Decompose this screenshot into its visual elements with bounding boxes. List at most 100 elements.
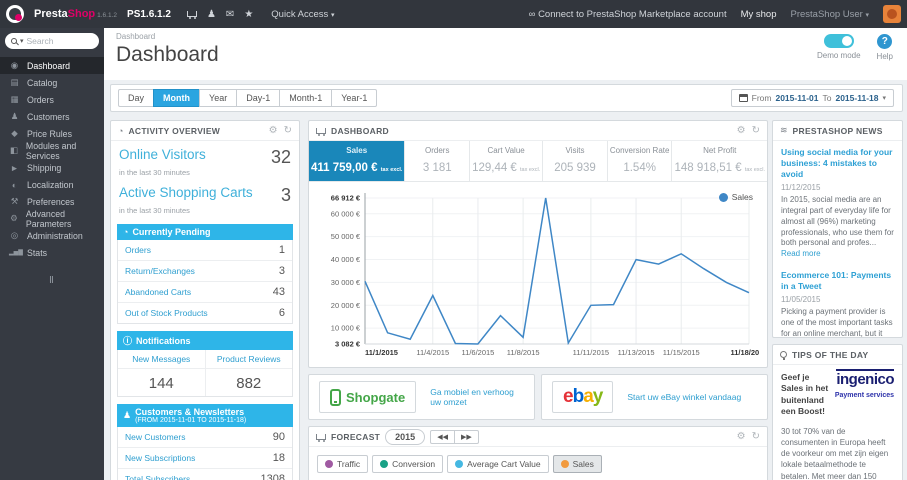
rss-icon: ≋ <box>780 125 788 135</box>
search-input[interactable] <box>26 36 85 46</box>
shipping-icon: ► <box>10 162 19 173</box>
product-reviews-cell[interactable]: Product Reviews 882 <box>204 350 292 396</box>
kpi-visits[interactable]: Visits 205 939 <box>543 141 608 181</box>
forecast-prev-button[interactable]: ◀◀ <box>431 431 454 443</box>
envelope-icon[interactable]: ✉ <box>226 9 234 20</box>
average-cart-value-dot-icon <box>455 460 464 468</box>
marketplace-icon: ∞ <box>528 8 536 20</box>
sidebar-item-catalog[interactable]: ▤ Catalog <box>0 74 104 91</box>
news-article-excerpt: In 2015, social media are an integral pa… <box>781 195 894 259</box>
sidebar-item-orders[interactable]: ▦ Orders <box>0 91 104 108</box>
sidebar-collapse-button[interactable]: Ⅱ <box>0 275 104 286</box>
demo-mode-toggle[interactable] <box>823 34 854 48</box>
online-visitors-link[interactable]: Online Visitors <box>119 147 206 162</box>
svg-text:3 082 €: 3 082 € <box>335 340 361 349</box>
pending-orders-link[interactable]: Orders <box>125 245 151 255</box>
person-icon[interactable]: ♟ <box>207 9 216 20</box>
date-range-picker[interactable]: From 2015-11-01 To 2015-11-18 ▾ <box>730 89 894 107</box>
refresh-icon[interactable]: ↻ <box>284 125 292 136</box>
out-of-stock-row: Out of Stock Products 6 <box>125 307 285 319</box>
news-article: Ecommerce 101: Payments in a Tweet 11/05… <box>781 270 894 338</box>
clock-icon: ◔ <box>118 125 124 136</box>
abandoned-carts-link[interactable]: Abandoned Carts <box>125 287 191 297</box>
sidebar-search[interactable]: ▾ <box>5 33 99 49</box>
gear-icon[interactable]: ⚙ <box>269 125 278 136</box>
sales-dot-icon <box>560 460 569 468</box>
range-day-1-button[interactable]: Day-1 <box>236 89 281 107</box>
toggle-average-cart-value[interactable]: Average Cart Value <box>447 455 549 473</box>
kpi-sales[interactable]: Sales 411 759,00 € tax excl. <box>309 141 406 181</box>
sidebar-item-advanced-parameters[interactable]: ⚙ Advanced Parameters <box>0 209 104 229</box>
toggle-conversion[interactable]: Conversion <box>372 455 444 473</box>
svg-text:66 912 €: 66 912 € <box>331 194 361 203</box>
sidebar-item-preferences[interactable]: ⚒ Preferences <box>0 193 104 210</box>
new-messages-cell[interactable]: New Messages 144 <box>118 350 205 396</box>
pending-returns-link[interactable]: Return/Exchanges <box>125 266 195 276</box>
page-title: Dashboard <box>116 43 219 66</box>
help-icon[interactable]: ? <box>877 34 893 49</box>
forecast-next-button[interactable]: ▶▶ <box>453 430 478 443</box>
phone-icon <box>330 388 341 406</box>
news-article-title[interactable]: Using social media for your business: 4 … <box>781 147 894 180</box>
read-more-link[interactable]: Read more <box>781 249 821 258</box>
sidebar-item-customers[interactable]: ♟ Customers <box>0 108 104 125</box>
chevron-down-icon[interactable]: ▾ <box>20 37 24 45</box>
gear-icon[interactable]: ⚙ <box>737 125 746 136</box>
info-icon: ⓘ <box>123 336 133 346</box>
news-article-title[interactable]: Ecommerce 101: Payments in a Tweet <box>781 270 894 292</box>
person-icon: ♟ <box>123 410 132 420</box>
sidebar-item-administration[interactable]: ◎ Administration <box>0 227 104 244</box>
lightbulb-icon <box>780 351 787 360</box>
range-year-1-button[interactable]: Year-1 <box>331 89 378 107</box>
range-year-button[interactable]: Year <box>199 89 238 107</box>
total-subscribers-link[interactable]: Total Subscribers <box>125 474 190 480</box>
sidebar-item-shipping[interactable]: ► Shipping <box>0 159 104 176</box>
active-carts-sub: in the last 30 minutes <box>119 206 190 215</box>
shopgate-link[interactable]: Ga mobiel en verhoog uw omzet <box>430 387 524 407</box>
chevron-down-icon: ▾ <box>882 95 886 102</box>
pending-returns-row: Return/Exchanges 3 <box>118 261 292 282</box>
sidebar-item-localization[interactable]: ◐ Localization <box>0 176 104 193</box>
sidebar-item-stats[interactable]: ▂▅▇ Stats <box>0 244 104 261</box>
user-menu[interactable]: PrestaShop User ▾ <box>791 9 870 20</box>
range-month-button[interactable]: Month <box>153 89 201 107</box>
gear-icon[interactable]: ⚙ <box>737 431 746 442</box>
trophy-icon[interactable]: ★ <box>244 9 253 20</box>
range-month-1-button[interactable]: Month-1 <box>279 89 333 107</box>
svg-text:11/1/2015: 11/1/2015 <box>365 348 398 357</box>
cart-icon[interactable] <box>186 9 197 20</box>
active-carts-link[interactable]: Active Shopping Carts <box>119 185 253 200</box>
ebay-link[interactable]: Start uw eBay winkel vandaag <box>627 392 741 402</box>
sidebar-item-price-rules[interactable]: ◆ Price Rules <box>0 125 104 142</box>
panel-title: ACTIVITY OVERVIEW <box>128 125 221 136</box>
stats-icon: ▂▅▇ <box>9 250 23 256</box>
kpi-net-profit[interactable]: Net Profit 148 918,51 € tax excl. <box>672 141 767 181</box>
kpi-orders[interactable]: Orders 3 181 <box>405 141 471 181</box>
kpi-conversion-rate[interactable]: Conversion Rate 1.54% <box>608 141 673 181</box>
chart-legend[interactable]: Sales <box>718 192 753 202</box>
sales-chart: 3 082 € 10 000 € 20 000 € 30 000 € 40 000 € 5… <box>331 193 759 357</box>
toggle-traffic[interactable]: Traffic <box>317 455 369 473</box>
brand-name: PrestaShop 1.6.1.2 <box>34 8 118 20</box>
refresh-icon[interactable]: ↻ <box>752 431 760 442</box>
range-day-button[interactable]: Day <box>118 89 155 107</box>
refresh-icon[interactable]: ↻ <box>752 125 760 136</box>
chevron-down-icon: ▾ <box>865 11 869 19</box>
kpi-cart-value[interactable]: Cart Value 129,44 € tax excl. <box>470 141 544 181</box>
date-range-toolbar: Day Month Year Day-1 Month-1 Year-1 From… <box>110 84 903 112</box>
sidebar-item-dashboard[interactable]: ◉ Dashboard <box>0 57 104 74</box>
marketplace-link[interactable]: ∞ Connect to PrestaShop Marketplace acco… <box>529 9 727 20</box>
quick-access-menu[interactable]: Quick Access ▾ <box>271 9 334 20</box>
news-article-excerpt: Picking a payment provider is one of the… <box>781 307 893 338</box>
tips-of-the-day-panel: TIPS OF THE DAY ingenico Payment service… <box>772 344 903 480</box>
new-subscriptions-link[interactable]: New Subscriptions <box>125 453 195 463</box>
shop-name: PS1.6.1.2 <box>127 8 171 20</box>
toggle-sales[interactable]: Sales <box>552 455 602 473</box>
new-customers-link[interactable]: New Customers <box>125 432 185 442</box>
panel-title: DASHBOARD <box>331 125 389 136</box>
user-avatar[interactable] <box>883 5 901 23</box>
sidebar-item-modules[interactable]: ◧ Modules and Services <box>0 141 104 161</box>
out-of-stock-link[interactable]: Out of Stock Products <box>125 308 208 318</box>
my-shop-link[interactable]: My shop <box>741 9 777 20</box>
svg-text:11/11/2015: 11/11/2015 <box>573 348 609 357</box>
